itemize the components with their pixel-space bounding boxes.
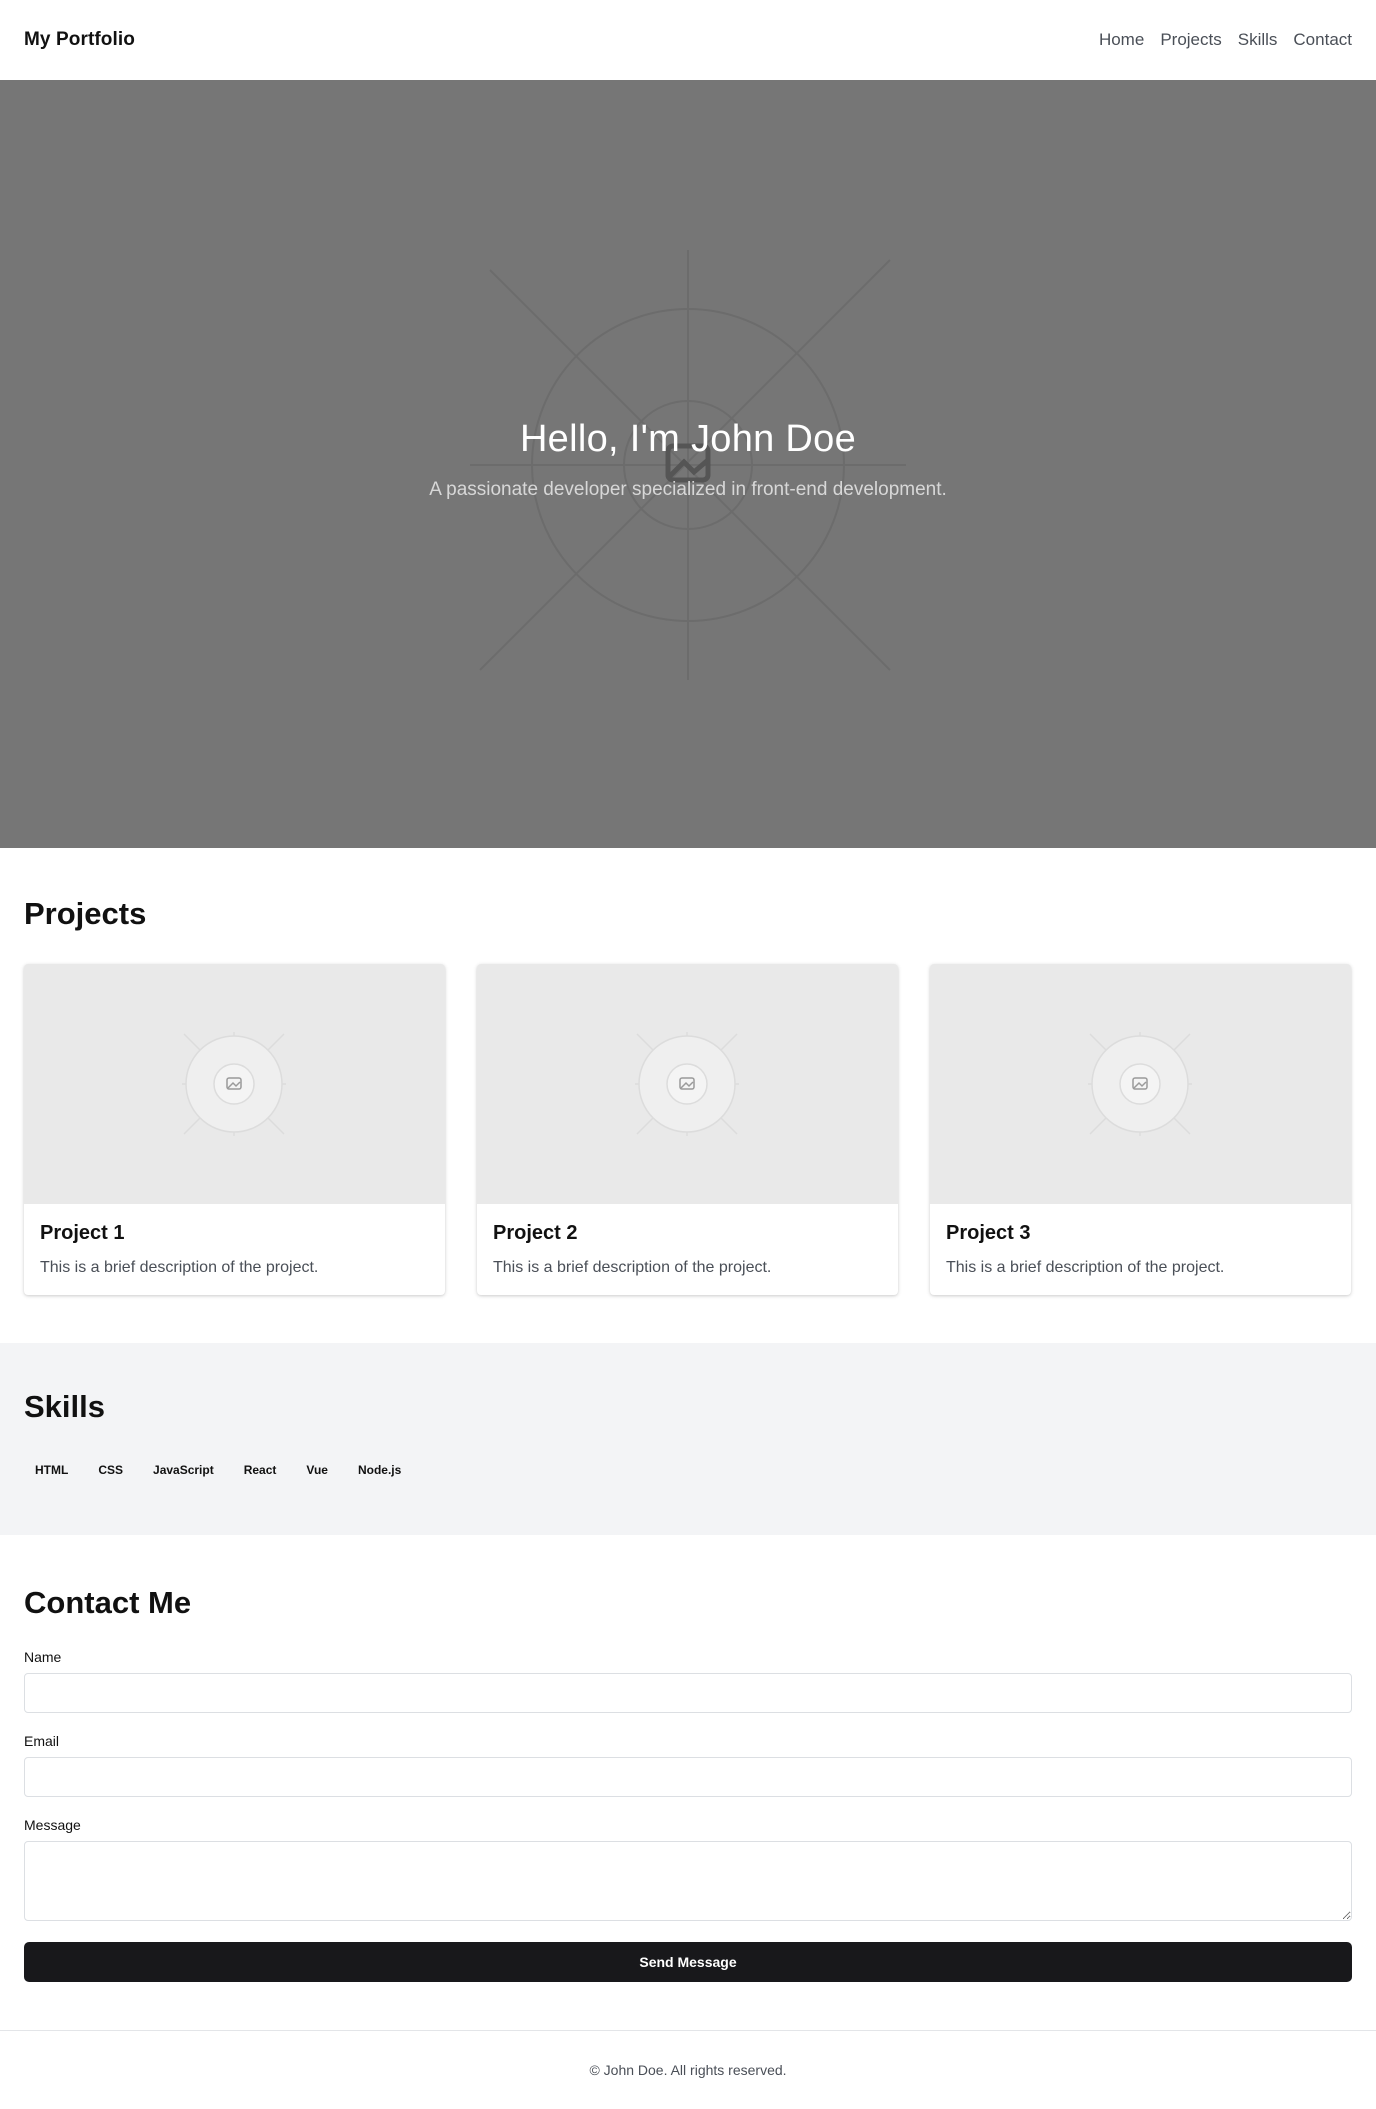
skill-tag-html: HTML bbox=[35, 1463, 69, 1477]
nav-link-home[interactable]: Home bbox=[1099, 30, 1144, 50]
project-card-1[interactable]: Project 1 This is a brief description of… bbox=[24, 964, 445, 1295]
message-label: Message bbox=[24, 1817, 81, 1833]
footer-copyright: © John Doe. All rights reserved. bbox=[589, 2062, 787, 2078]
site-header: My Portfolio Home Projects Skills Contac… bbox=[0, 0, 1376, 80]
nav-link-skills[interactable]: Skills bbox=[1238, 30, 1278, 50]
brand-title[interactable]: My Portfolio bbox=[24, 29, 135, 51]
project-image-placeholder bbox=[930, 964, 1351, 1204]
skill-tag-nodejs: Node.js bbox=[357, 1463, 402, 1477]
project-card-description: This is a brief description of the proje… bbox=[40, 1259, 319, 1276]
project-card-title: Project 3 bbox=[946, 1222, 1031, 1244]
project-card-description: This is a brief description of the proje… bbox=[493, 1259, 772, 1276]
contact-title: Contact Me bbox=[24, 1585, 192, 1620]
projects-section: Projects Project 1 This is a brief descr… bbox=[0, 848, 1376, 1343]
project-image-placeholder bbox=[24, 964, 445, 1204]
hero-section: Hello, I'm John Doe A passionate develop… bbox=[0, 80, 1376, 848]
email-label: Email bbox=[24, 1733, 60, 1749]
hero-text: Hello, I'm John Doe A passionate develop… bbox=[0, 418, 1376, 501]
project-card-description: This is a brief description of the proje… bbox=[946, 1259, 1225, 1276]
hero-subtitle: A passionate developer specialized in fr… bbox=[429, 479, 947, 500]
email-field[interactable] bbox=[24, 1757, 1352, 1797]
skill-tag-react: React bbox=[243, 1463, 277, 1477]
project-card-2[interactable]: Project 2 This is a brief description of… bbox=[477, 964, 898, 1295]
site-footer: © John Doe. All rights reserved. bbox=[0, 2030, 1376, 2109]
skills-section: Skills HTML CSS JavaScript React Vue Nod… bbox=[0, 1343, 1376, 1535]
name-field[interactable] bbox=[24, 1673, 1352, 1713]
project-cards: Project 1 This is a brief description of… bbox=[24, 964, 1352, 1295]
skill-tag-javascript: JavaScript bbox=[153, 1463, 214, 1477]
nav-link-contact[interactable]: Contact bbox=[1293, 30, 1352, 50]
project-card-3[interactable]: Project 3 This is a brief description of… bbox=[930, 964, 1351, 1295]
project-image-placeholder bbox=[477, 964, 898, 1204]
skill-tag-css: CSS bbox=[98, 1463, 124, 1477]
name-label: Name bbox=[24, 1649, 62, 1665]
skills-title: Skills bbox=[24, 1389, 105, 1424]
project-card-title: Project 2 bbox=[493, 1222, 578, 1244]
hero-title: Hello, I'm John Doe bbox=[519, 418, 857, 460]
nav-link-projects[interactable]: Projects bbox=[1160, 30, 1221, 50]
skill-list: HTML CSS JavaScript React Vue Node.js bbox=[24, 1457, 1352, 1483]
projects-title: Projects bbox=[24, 896, 147, 931]
contact-form: Name Email Message Send Message bbox=[24, 1649, 1352, 1982]
contact-section: Contact Me Name Email Message Send Messa… bbox=[0, 1535, 1376, 2030]
message-field[interactable] bbox=[24, 1841, 1352, 1921]
project-card-title: Project 1 bbox=[40, 1222, 125, 1244]
send-message-button[interactable]: Send Message bbox=[24, 1942, 1352, 1982]
skill-tag-vue: Vue bbox=[306, 1463, 328, 1477]
main-nav: Home Projects Skills Contact bbox=[1099, 30, 1352, 50]
